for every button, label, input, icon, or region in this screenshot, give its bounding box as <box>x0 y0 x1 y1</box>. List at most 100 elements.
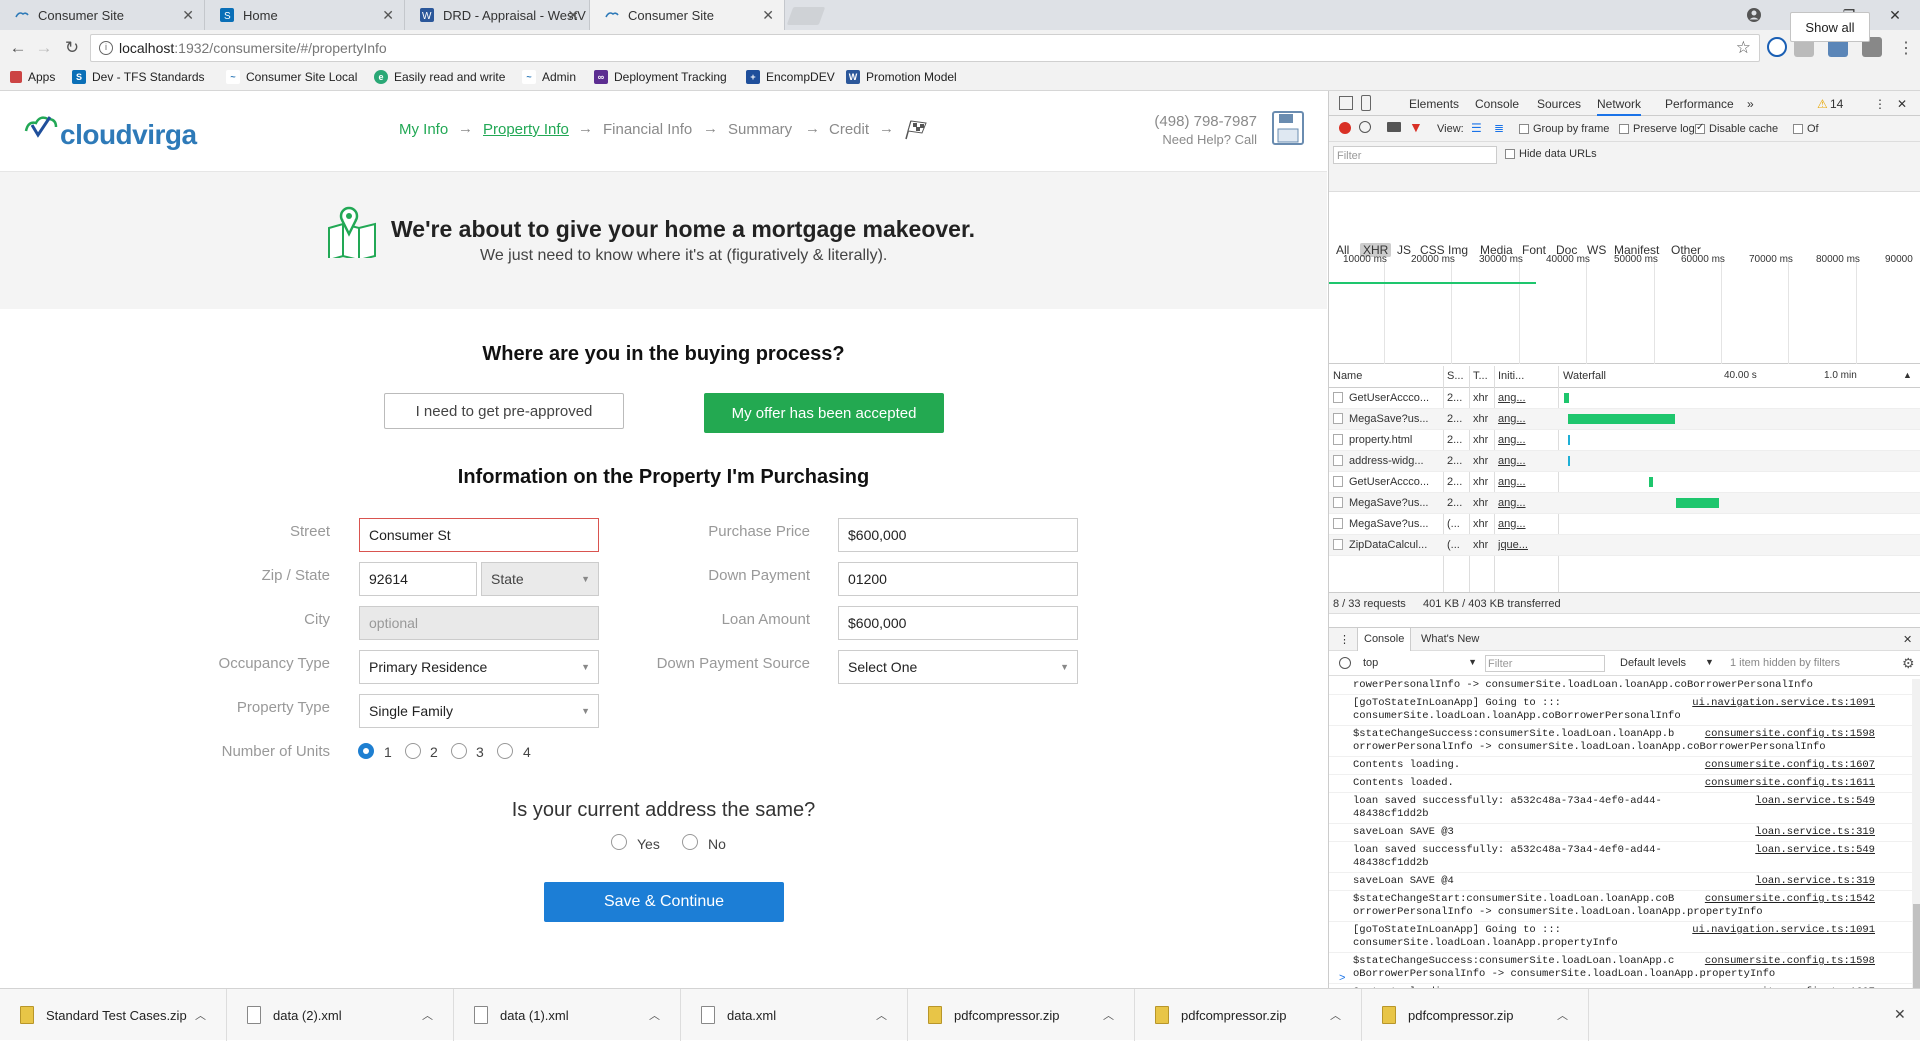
zip-input[interactable]: 92614 <box>359 562 477 596</box>
chevron-up-icon[interactable]: ︿ <box>649 1007 660 1023</box>
step-financial-info[interactable]: Financial Info <box>603 121 692 138</box>
col-name[interactable]: Name <box>1333 370 1362 382</box>
street-input[interactable]: Consumer St <box>359 518 599 552</box>
console-source-link[interactable]: loan.service.ts:549 <box>1755 844 1875 857</box>
units-radio-4[interactable] <box>497 743 513 759</box>
log-levels-select[interactable]: Default levels <box>1620 657 1686 669</box>
console-source-link[interactable]: consumersite.config.ts:1598 <box>1705 728 1875 741</box>
preapproved-button[interactable]: I need to get pre-approved <box>384 393 624 429</box>
filter-type-font[interactable]: Font <box>1522 243 1546 257</box>
units-radio-2[interactable] <box>405 743 421 759</box>
clear-icon[interactable] <box>1359 121 1371 133</box>
download-item[interactable]: pdfcompressor.zip ︿ <box>1362 989 1589 1041</box>
bookmark-apps[interactable]: Apps <box>10 70 55 84</box>
devtools-tab[interactable]: Elements <box>1409 97 1459 111</box>
reload-icon[interactable]: ↻ <box>62 38 82 58</box>
col-type[interactable]: T... <box>1473 370 1488 382</box>
download-item[interactable]: pdfcompressor.zip ︿ <box>1135 989 1362 1041</box>
drawer-close-icon[interactable]: ✕ <box>1903 633 1912 646</box>
request-row[interactable]: GetUserAccco... 2... xhr ang... <box>1329 472 1920 493</box>
request-row[interactable]: MegaSave?us... 2... xhr ang... <box>1329 493 1920 514</box>
chevron-up-icon[interactable]: ︿ <box>1103 1007 1114 1023</box>
col-status[interactable]: S... <box>1447 370 1464 382</box>
checkbox[interactable] <box>1619 124 1629 135</box>
chrome-menu-icon[interactable]: ⋮ <box>1898 38 1914 58</box>
down-payment-source-select[interactable]: Select One <box>838 650 1078 684</box>
step-summary[interactable]: Summary <box>728 121 792 138</box>
console-source-link[interactable]: loan.service.ts:319 <box>1755 875 1875 888</box>
request-row[interactable]: MegaSave?us... 2... xhr ang... <box>1329 409 1920 430</box>
download-item[interactable]: data.xml ︿ <box>681 989 908 1041</box>
devtools-menu-icon[interactable]: ⋮ <box>1874 97 1886 111</box>
console-source-link[interactable]: consumersite.config.ts:1598 <box>1705 955 1875 968</box>
record-icon[interactable] <box>1339 122 1351 134</box>
chevron-up-icon[interactable]: ︿ <box>422 1007 433 1023</box>
chevron-up-icon[interactable]: ︿ <box>195 1007 206 1023</box>
request-initiator[interactable]: ang... <box>1498 455 1554 467</box>
close-tab-icon[interactable]: ✕ <box>762 7 774 24</box>
download-item[interactable]: data (2).xml ︿ <box>227 989 454 1041</box>
drawer-menu-icon[interactable]: ⋮ <box>1339 633 1350 646</box>
address-no-radio[interactable] <box>682 834 698 850</box>
col-initiator[interactable]: Initi... <box>1498 370 1524 382</box>
request-row[interactable]: property.html 2... xhr ang... <box>1329 430 1920 451</box>
inspect-icon[interactable] <box>1339 96 1353 110</box>
close-tab-icon[interactable]: ✕ <box>382 7 394 24</box>
bookmark-item[interactable]: + EncompDEV <box>746 70 835 84</box>
console-source-link[interactable]: consumersite.config.ts:1607 <box>1705 759 1875 772</box>
console-source-link[interactable]: loan.service.ts:549 <box>1755 795 1875 808</box>
extension-play-icon[interactable] <box>1767 37 1787 57</box>
units-radio-1[interactable] <box>358 743 374 759</box>
console-source-link[interactable]: ui.navigation.service.ts:1091 <box>1692 924 1875 937</box>
browser-tab[interactable]: Consumer Site ✕ <box>0 0 205 30</box>
bookmark-item[interactable]: ~ Consumer Site Local <box>226 70 357 84</box>
network-filter-input[interactable]: Filter <box>1333 146 1497 164</box>
loan-amount-input[interactable]: $600,000 <box>838 606 1078 640</box>
devtools-close-icon[interactable]: ✕ <box>1897 97 1907 111</box>
bookmark-item[interactable]: ~ Admin <box>522 70 576 84</box>
bookmark-star-icon[interactable]: ☆ <box>1736 38 1751 58</box>
property-type-select[interactable]: Single Family <box>359 694 599 728</box>
console-source-link[interactable]: loan.service.ts:319 <box>1755 826 1875 839</box>
more-tabs-icon[interactable]: » <box>1747 97 1754 111</box>
close-downloads-icon[interactable]: ✕ <box>1894 1006 1906 1023</box>
download-item[interactable]: data (1).xml ︿ <box>454 989 681 1041</box>
browser-tab[interactable]: S Home ✕ <box>205 0 405 30</box>
bookmark-item[interactable]: e Easily read and write <box>374 70 505 84</box>
clear-console-icon[interactable] <box>1339 657 1351 669</box>
down-payment-input[interactable]: 01200 <box>838 562 1078 596</box>
request-row[interactable]: MegaSave?us... (... xhr ang... <box>1329 514 1920 535</box>
bookmark-item[interactable]: ∞ Deployment Tracking <box>594 70 727 84</box>
request-initiator[interactable]: ang... <box>1498 434 1554 446</box>
capture-screenshots-icon[interactable] <box>1387 122 1401 132</box>
profile-icon[interactable] <box>1731 0 1777 30</box>
close-window-icon[interactable]: ✕ <box>1872 0 1918 30</box>
col-waterfall[interactable]: Waterfall <box>1563 370 1606 382</box>
checkbox[interactable] <box>1793 124 1803 135</box>
group-by-frame-toggle[interactable]: Group by frame <box>1519 123 1609 135</box>
step-property-info[interactable]: Property Info <box>483 121 569 138</box>
filter-type-js[interactable]: JS <box>1397 243 1411 257</box>
show-all-downloads-button[interactable]: Show all <box>1790 12 1870 42</box>
new-tab-button[interactable] <box>786 7 826 25</box>
request-row[interactable]: address-widg... 2... xhr ang... <box>1329 451 1920 472</box>
city-input[interactable]: optional <box>359 606 599 640</box>
drawer-tab-console[interactable]: Console <box>1357 628 1412 651</box>
console-scrollbar[interactable] <box>1912 679 1920 988</box>
logo-text[interactable]: cloudvirga <box>60 119 197 151</box>
forward-icon[interactable]: → <box>34 38 54 58</box>
offer-accepted-button[interactable]: My offer has been accepted <box>704 393 944 433</box>
chevron-up-icon[interactable]: ︿ <box>1557 1007 1568 1023</box>
hide-data-urls-toggle[interactable]: Hide data URLs <box>1505 148 1597 160</box>
checkbox[interactable] <box>1505 149 1515 160</box>
request-row[interactable]: GetUserAccco... 2... xhr ang... <box>1329 388 1920 409</box>
step-my-info[interactable]: My Info <box>399 121 448 138</box>
device-toolbar-icon[interactable] <box>1361 95 1371 111</box>
step-credit[interactable]: Credit <box>829 121 869 138</box>
browser-tab-active[interactable]: Consumer Site ✕ <box>590 0 785 30</box>
address-yes-radio[interactable] <box>611 834 627 850</box>
console-filter-input[interactable]: Filter <box>1485 655 1605 672</box>
console-settings-icon[interactable]: ⚙ <box>1902 655 1915 672</box>
console-source-link[interactable]: consumersite.config.ts:1542 <box>1705 893 1875 906</box>
request-initiator[interactable]: ang... <box>1498 497 1554 509</box>
